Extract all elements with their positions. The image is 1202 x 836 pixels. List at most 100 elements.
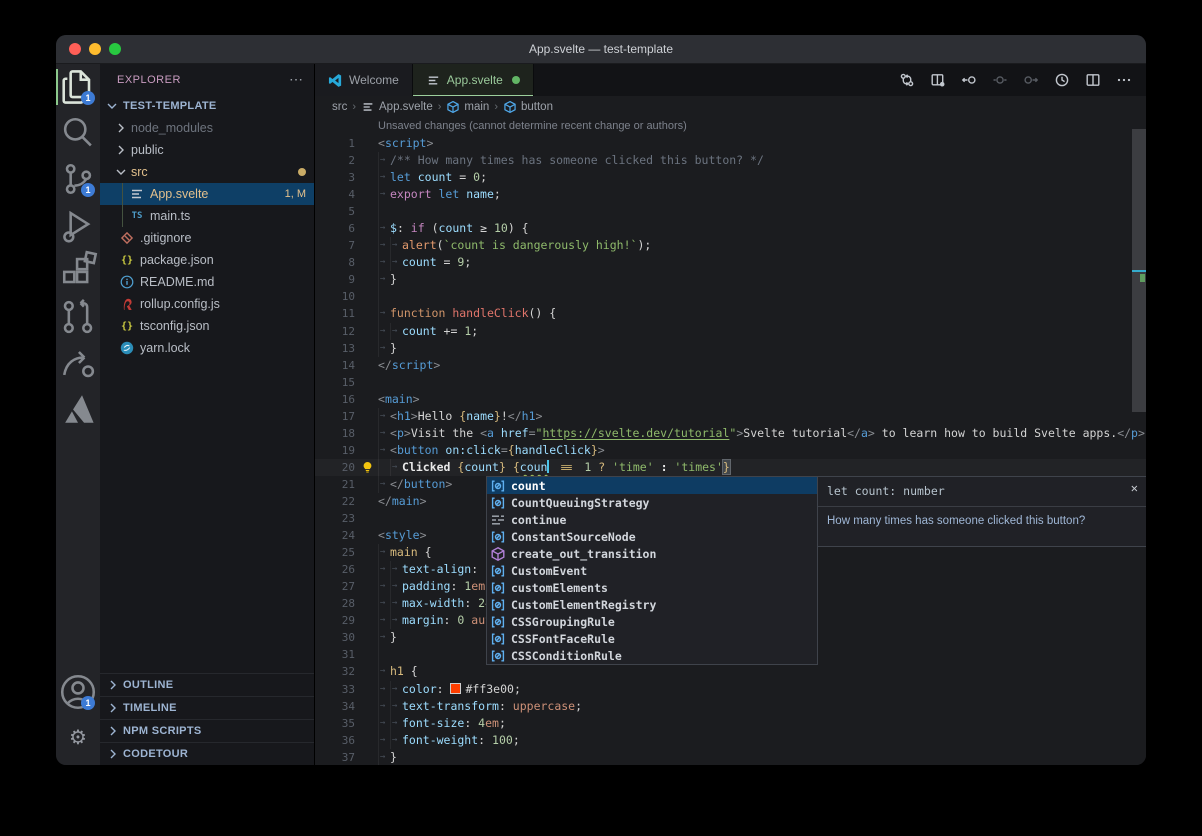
breadcrumb-button[interactable]: button xyxy=(503,100,553,114)
suggest-docs-panel: let count: number How many times has som… xyxy=(817,476,1146,547)
open-timeline-icon[interactable] xyxy=(1054,72,1070,88)
code-line-10[interactable]: 10 xyxy=(315,288,1146,305)
code-line-33[interactable]: 33→→color: #ff3e00; xyxy=(315,681,1146,698)
zoom-window-button[interactable] xyxy=(109,43,121,55)
activity-source-control-icon[interactable]: 1 xyxy=(56,156,100,202)
suggest-item-customelementregistry[interactable]: CustomElementRegistry xyxy=(487,596,817,613)
tree-item--gitignore[interactable]: .gitignore xyxy=(100,227,314,249)
sidebar-section-timeline[interactable]: TIMELINE xyxy=(100,696,314,719)
activity-explorer-icon[interactable]: 1 xyxy=(56,64,100,110)
symbol-variable-icon xyxy=(490,529,506,545)
code-line-15[interactable]: 15 xyxy=(315,374,1146,391)
tree-root-test-template[interactable]: TEST-TEMPLATE xyxy=(100,95,314,117)
svelte-file-icon xyxy=(426,73,441,88)
code-line-6[interactable]: 6→$: if (count ≥ 10) { xyxy=(315,220,1146,237)
code-line-3[interactable]: 3→let count = 0; xyxy=(315,169,1146,186)
code-line-18[interactable]: 18→<p>Visit the <a href="https://svelte.… xyxy=(315,425,1146,442)
activity-github-pull-requests-icon[interactable] xyxy=(56,294,100,340)
line-number: 34 xyxy=(315,698,355,715)
suggest-item-customelements[interactable]: customElements xyxy=(487,579,817,596)
tree-item-node-modules[interactable]: node_modules xyxy=(100,117,314,139)
split-editor-icon[interactable] xyxy=(1085,72,1101,88)
code-line-19[interactable]: 19→<button on:click={handleClick}> xyxy=(315,442,1146,459)
code-line-5[interactable]: 5 xyxy=(315,203,1146,220)
minimize-window-button[interactable] xyxy=(89,43,101,55)
code-line-16[interactable]: 16<main> xyxy=(315,391,1146,408)
suggest-item-cssgroupingrule[interactable]: CSSGroupingRule xyxy=(487,613,817,630)
code-line-7[interactable]: 7→→alert(`count is dangerously high!`); xyxy=(315,237,1146,254)
chevron-right-icon xyxy=(113,120,129,136)
color-swatch[interactable] xyxy=(450,683,461,694)
compare-changes-icon[interactable] xyxy=(899,72,915,88)
breadcrumb-app-svelte[interactable]: App.svelte xyxy=(361,100,433,114)
suggest-item-count[interactable]: count xyxy=(487,477,817,494)
code-line-37[interactable]: 37→} xyxy=(315,749,1146,765)
code-line-36[interactable]: 36→→font-weight: 100; xyxy=(315,732,1146,749)
tree-item-src[interactable]: src xyxy=(100,161,314,183)
current-change-icon[interactable] xyxy=(992,72,1008,88)
suggest-item-customevent[interactable]: CustomEvent xyxy=(487,562,817,579)
symbol-icon xyxy=(503,100,517,114)
tree-item-yarn-lock[interactable]: yarn.lock xyxy=(100,337,314,359)
code-line-13[interactable]: 13→} xyxy=(315,340,1146,357)
symbol-variable-icon xyxy=(490,563,506,579)
tab-welcome[interactable]: Welcome xyxy=(315,64,413,96)
breadcrumb-main[interactable]: main xyxy=(446,100,489,114)
suggest-item-cssconditionrule[interactable]: CSSConditionRule xyxy=(487,647,817,664)
activity-run-and-debug-icon[interactable] xyxy=(56,202,100,248)
code-editor[interactable]: Unsaved changes (cannot determine recent… xyxy=(315,118,1146,765)
suggest-item-constantsourcenode[interactable]: ConstantSourceNode xyxy=(487,528,817,545)
explorer-more-actions-icon[interactable]: ⋯ xyxy=(289,71,304,88)
code-line-11[interactable]: 11→function handleClick() { xyxy=(315,305,1146,322)
activity-settings-icon[interactable]: ⚙ xyxy=(56,715,100,761)
code-line-32[interactable]: 32→h1 { xyxy=(315,663,1146,680)
git-file-icon xyxy=(119,230,135,246)
code-line-12[interactable]: 12→→count += 1; xyxy=(315,323,1146,340)
close-icon[interactable]: ✕ xyxy=(1131,482,1138,494)
open-changes-icon[interactable] xyxy=(930,72,946,88)
breadcrumb-src[interactable]: src xyxy=(332,101,347,113)
close-window-button[interactable] xyxy=(69,43,81,55)
code-line-2[interactable]: 2→/** How many times has someone clicked… xyxy=(315,152,1146,169)
ruler-modified-marker xyxy=(1140,274,1145,282)
next-change-icon[interactable] xyxy=(1023,72,1039,88)
tree-item-package-json[interactable]: {}package.json xyxy=(100,249,314,271)
activity-live-share-icon[interactable] xyxy=(56,340,100,386)
vscode-logo-icon xyxy=(328,73,343,88)
suggest-item-continue[interactable]: continue xyxy=(487,511,817,528)
activity-accounts-icon[interactable]: 1 xyxy=(56,669,100,715)
code-line-14[interactable]: 14</script> xyxy=(315,357,1146,374)
code-line-35[interactable]: 35→→font-size: 4em; xyxy=(315,715,1146,732)
tree-item-main-ts[interactable]: TSmain.ts xyxy=(100,205,314,227)
code-line-4[interactable]: 4→export let name; xyxy=(315,186,1146,203)
tab-app-svelte[interactable]: App.svelte xyxy=(413,64,534,96)
lightbulb-icon[interactable] xyxy=(361,461,374,474)
sidebar-section-outline[interactable]: OUTLINE xyxy=(100,673,314,696)
code-line-8[interactable]: 8→→count = 9; xyxy=(315,254,1146,271)
suggest-item-countqueuingstrategy[interactable]: CountQueuingStrategy xyxy=(487,494,817,511)
tree-item-app-svelte[interactable]: App.svelte1, M xyxy=(100,183,314,205)
tree-item-tsconfig-json[interactable]: {}tsconfig.json xyxy=(100,315,314,337)
code-line-9[interactable]: 9→} xyxy=(315,271,1146,288)
activity-azure-icon[interactable] xyxy=(56,386,100,432)
code-line-34[interactable]: 34→→text-transform: uppercase; xyxy=(315,698,1146,715)
activity-search-icon[interactable] xyxy=(56,110,100,156)
line-number: 7 xyxy=(315,237,355,254)
traffic-lights xyxy=(69,43,121,55)
sidebar-section-npm-scripts[interactable]: NPM SCRIPTS xyxy=(100,719,314,742)
suggest-item-cssfontfacerule[interactable]: CSSFontFaceRule xyxy=(487,630,817,647)
code-line-1[interactable]: 1<script> xyxy=(315,135,1146,152)
badge: 1 xyxy=(81,183,95,197)
tree-item-readme-md[interactable]: README.md xyxy=(100,271,314,293)
previous-change-icon[interactable] xyxy=(961,72,977,88)
tree-item-rollup-config-js[interactable]: rollup.config.js xyxy=(100,293,314,315)
sidebar-section-codetour[interactable]: CODETOUR xyxy=(100,742,314,765)
code-line-20[interactable]: 20→Clicked {count} {coun ≡ 1 ? 'time' : … xyxy=(315,459,1146,476)
symbol-variable-icon xyxy=(490,631,506,647)
more-actions-icon[interactable] xyxy=(1116,72,1132,88)
tree-item-public[interactable]: public xyxy=(100,139,314,161)
suggest-item-create_out_transition[interactable]: create_out_transition xyxy=(487,545,817,562)
line-number: 21 xyxy=(315,476,355,493)
activity-extensions-icon[interactable] xyxy=(56,248,100,294)
code-line-17[interactable]: 17→<h1>Hello {name}!</h1> xyxy=(315,408,1146,425)
